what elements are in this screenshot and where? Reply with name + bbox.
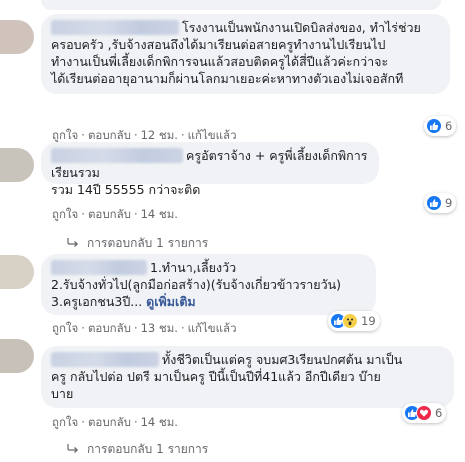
comment-bubble: ครูอัตราจ้าง + ครูพี่เลี้ยงเด็กพิการเรีย…: [41, 142, 379, 197]
edited-link[interactable]: แก้ไขแล้ว: [188, 128, 237, 142]
commenter-name-redacted[interactable]: [51, 20, 179, 35]
comment-text-line: 2.รับจ้างทั่วไป(ลูกมือก่อสร้าง)(รับจ้างเ…: [51, 277, 342, 292]
replies-label[interactable]: การตอบกลับ 1 รายการ: [87, 236, 208, 250]
reply-link[interactable]: ตอบกลับ: [88, 128, 131, 142]
like-reaction-icon: [426, 118, 442, 134]
reaction-summary[interactable]: 6: [402, 403, 447, 423]
reaction-summary[interactable]: 6: [424, 116, 457, 136]
comment-bubble: โรงงานเป็นพนักงานเปิดบิลส่งของ, ทำไร่ช่ว…: [41, 14, 450, 94]
edited-link[interactable]: แก้ไขแล้ว: [188, 321, 237, 335]
comment-text-line: โรงงานเป็นพนักงานเปิดบิลส่งของ, ทำไร่ช่ว…: [51, 19, 440, 36]
comment-actions: ถูกใจ · ตอบกลับ · 13 ชม. · แก้ไขแล้ว: [52, 321, 237, 335]
previous-comment-bubble-edge: [41, 0, 441, 10]
avatar[interactable]: [0, 339, 34, 373]
reply-arrow-icon: [67, 236, 79, 250]
comment-bubble: 1.ทำนา,เลี้ยงวัว 2.รับจ้างทั่วไป(ลูกมือก…: [41, 254, 376, 315]
like-link[interactable]: ถูกใจ: [52, 207, 78, 221]
timestamp[interactable]: 14 ชม.: [141, 207, 178, 221]
comment-text-line: ครู กลับไปต่อ ปตรี มาเป็นครู ปีนี้เป็นปี…: [51, 369, 381, 384]
reaction-count: 6: [435, 406, 443, 420]
timestamp[interactable]: 14 ชม.: [141, 415, 178, 429]
reply-link[interactable]: ตอบกลับ: [88, 207, 131, 221]
comment-text-line: บาย: [51, 386, 74, 401]
comment-text-line: ทำงานเป็นพี่เลี้ยงเด็กพิการจนแล้วสอบติดค…: [51, 54, 389, 69]
reply-link[interactable]: ตอบกลับ: [88, 415, 131, 429]
timestamp[interactable]: 12 ชม.: [141, 128, 178, 142]
reaction-count: 19: [361, 314, 376, 328]
comment-text-line: 1.ทำนา,เลี้ยงวัว: [51, 259, 366, 276]
avatar[interactable]: [0, 148, 34, 182]
replies-label[interactable]: การตอบกลับ 1 รายการ: [87, 442, 208, 456]
view-replies-link[interactable]: การตอบกลับ 1 รายการ: [67, 234, 208, 253]
reply-arrow-icon: [67, 442, 79, 456]
like-link[interactable]: ถูกใจ: [52, 415, 78, 429]
reaction-summary[interactable]: 9: [424, 193, 457, 213]
like-reaction-icon: [426, 195, 442, 211]
view-replies-link[interactable]: การตอบกลับ 1 รายการ: [67, 440, 208, 459]
love-reaction-icon: [416, 405, 432, 421]
avatar[interactable]: [0, 20, 34, 54]
comment-text-line: ครูอัตราจ้าง + ครูพี่เลี้ยงเด็กพิการเรีย…: [51, 148, 368, 180]
comment-text-line: ทั้งชีวิตเป็นแต่ครู จบมศ3เรียนปกศต้น มาเ…: [51, 351, 444, 368]
like-link[interactable]: ถูกใจ: [52, 128, 78, 142]
comment-text-line: ได้เรียนต่ออายุอานามก็ผ่านโลกมาเยอะค่ะหา…: [51, 71, 404, 86]
comment-actions: ถูกใจ · ตอบกลับ · 14 ชม.: [52, 415, 178, 429]
comment-bubble: ทั้งชีวิตเป็นแต่ครู จบมศ3เรียนปกศต้น มาเ…: [41, 346, 454, 408]
like-link[interactable]: ถูกใจ: [52, 321, 78, 335]
comment-actions: ถูกใจ · ตอบกลับ · 14 ชม.: [52, 207, 178, 221]
reaction-summary[interactable]: 19: [328, 311, 380, 331]
comment-text-line: ครอบครัว ,รับจ้างสอนถึงได้มาเรียนต่อสายค…: [51, 37, 386, 52]
reply-link[interactable]: ตอบกลับ: [88, 321, 131, 335]
reaction-count: 9: [445, 196, 453, 210]
comment-text-line: รวม 14ปี 55555 กว่าจะติด: [51, 182, 201, 197]
commenter-name-redacted[interactable]: [51, 260, 147, 275]
timestamp[interactable]: 13 ชม.: [141, 321, 178, 335]
wow-reaction-icon: [342, 313, 358, 329]
avatar[interactable]: [0, 255, 34, 289]
see-more-link[interactable]: ดูเพิ่มเติม: [146, 294, 196, 309]
comment-text-line: 3.ครูเอกชน3ปี... ดูเพิ่มเติม: [51, 294, 196, 309]
commenter-name-redacted[interactable]: [51, 148, 183, 163]
commenter-name-redacted[interactable]: [51, 352, 159, 367]
reaction-count: 6: [445, 119, 453, 133]
